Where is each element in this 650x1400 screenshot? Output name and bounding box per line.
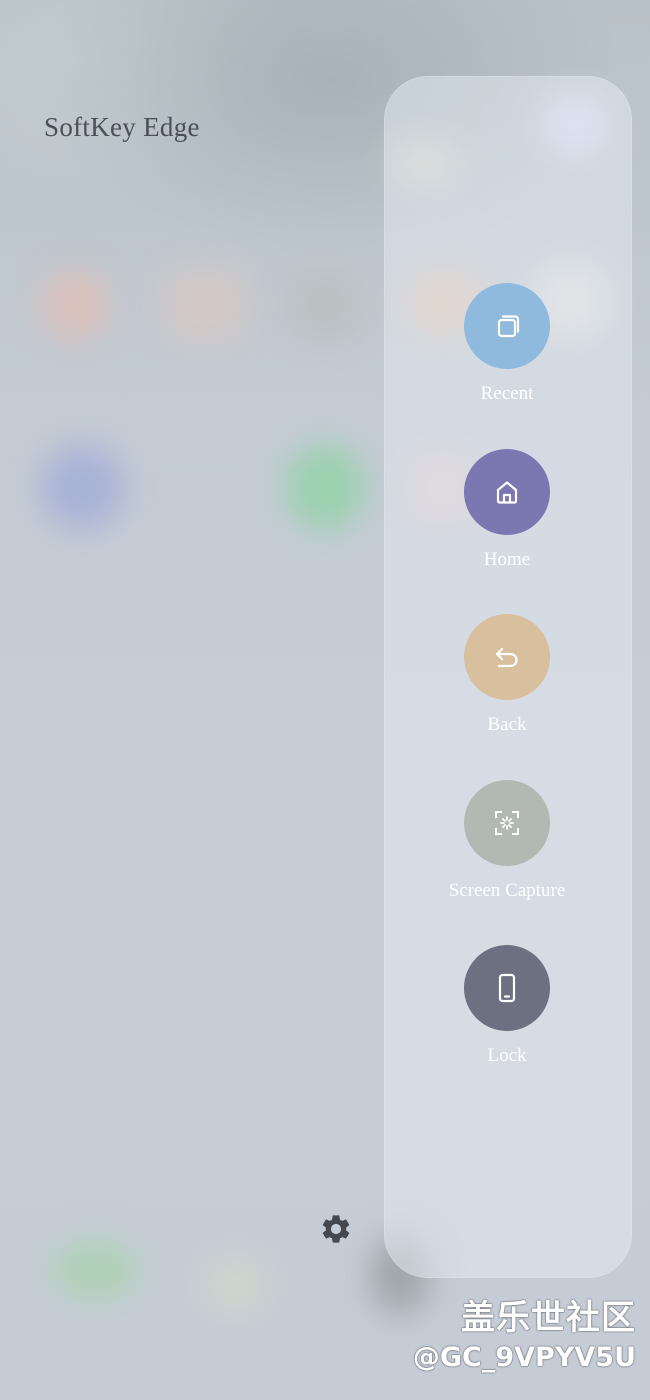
back-key-label: Back (487, 714, 527, 735)
watermark-community-name: 盖乐世社区 (461, 1298, 636, 1338)
blurred-app-icon (40, 270, 110, 340)
back-key[interactable]: Back (418, 614, 596, 736)
recent-key[interactable]: Recent (418, 283, 596, 405)
home-icon (496, 481, 518, 504)
screen-capture-key-circle[interactable] (464, 780, 550, 866)
home-key-circle[interactable] (464, 449, 550, 535)
blurred-dock-icon (50, 1240, 140, 1300)
screen-capture-key-label: Screen Capture (448, 880, 566, 901)
home-key[interactable]: Home (418, 449, 596, 571)
blurred-app-icon (290, 270, 360, 340)
screen-capture-key[interactable]: Screen Capture (418, 780, 596, 902)
home-key-label: Home (483, 549, 531, 570)
phone-lock-icon (498, 973, 516, 1003)
recent-key-circle[interactable] (464, 283, 550, 369)
panel-title: SoftKey Edge (44, 112, 200, 142)
back-arrow-icon (495, 647, 518, 668)
recent-key-label: Recent (480, 383, 534, 404)
edge-settings-button[interactable] (318, 1211, 354, 1247)
lock-key-circle[interactable] (464, 945, 550, 1031)
blurred-app-icon (40, 445, 125, 530)
gear-icon (322, 1215, 350, 1243)
back-key-circle[interactable] (464, 614, 550, 700)
blurred-dock-icon (200, 1255, 270, 1315)
blurred-app-icon (285, 445, 365, 530)
watermark-user-id: @GC_9VPYV5U (412, 1342, 636, 1373)
lock-key-label: Lock (487, 1045, 527, 1066)
blurred-app-icon (165, 270, 245, 340)
lock-key[interactable]: Lock (418, 945, 596, 1067)
recent-apps-icon (497, 315, 520, 338)
screen-capture-icon (495, 811, 519, 835)
